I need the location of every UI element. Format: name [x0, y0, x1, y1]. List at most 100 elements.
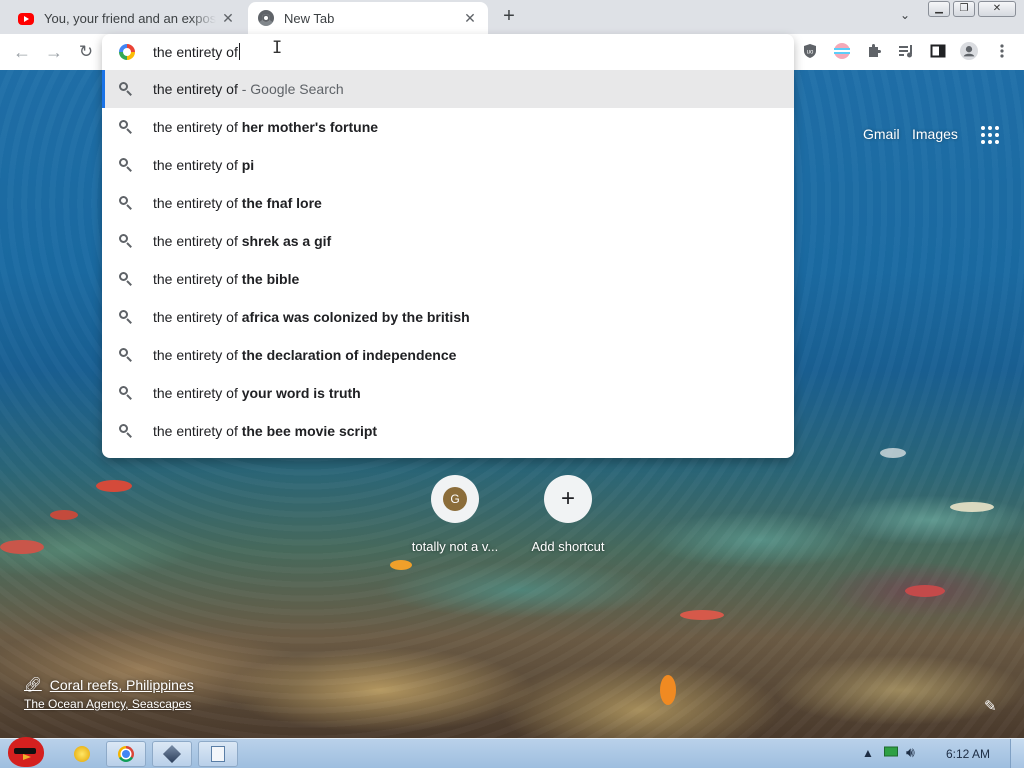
omnibox-popup: the entirety of I the entirety of - Goog…	[102, 34, 794, 458]
suggestion-text: the entirety of your word is truth	[153, 385, 361, 401]
search-icon	[119, 348, 133, 362]
side-panel-icon[interactable]	[929, 42, 947, 60]
restore-button[interactable]: ❐	[953, 1, 975, 17]
forward-icon[interactable]: →	[42, 40, 66, 64]
address-input[interactable]: the entirety of	[153, 43, 240, 60]
back-icon[interactable]: ←	[10, 40, 34, 64]
close-icon[interactable]: ✕	[220, 10, 236, 26]
suggestion-row[interactable]: the entirety of shrek as a gif	[102, 222, 794, 260]
suggestion-text: the entirety of shrek as a gif	[153, 233, 332, 249]
show-desktop-button[interactable]	[1010, 739, 1024, 768]
shortcut-icon-circle: G	[431, 475, 479, 523]
window-close-button[interactable]: ✕	[978, 1, 1016, 17]
ublock-origin-icon[interactable]: uo	[801, 42, 819, 60]
chrome-icon	[258, 10, 274, 26]
address-bar[interactable]: the entirety of I	[102, 34, 794, 70]
add-shortcut-label: Add shortcut	[531, 539, 605, 554]
search-icon	[119, 120, 133, 134]
suggestion-row[interactable]: the entirety of her mother's fortune	[102, 108, 794, 146]
angry-bird-start-icon	[8, 737, 44, 767]
taskbar-app-notepad[interactable]	[198, 741, 238, 767]
search-icon	[119, 82, 133, 96]
suggestion-row[interactable]: the entirety of your word is truth	[102, 374, 794, 412]
search-icon	[119, 424, 133, 438]
ibeam-cursor-icon: I	[272, 38, 283, 58]
extensions-puzzle-icon[interactable]	[865, 42, 883, 60]
fish-decoration	[96, 480, 132, 492]
add-shortcut-tile[interactable]: + Add shortcut	[520, 475, 616, 554]
tab-search-icon[interactable]: ⌄	[896, 8, 914, 26]
suggestion-text: the entirety of africa was colonized by …	[153, 309, 470, 325]
network-icon[interactable]	[884, 746, 898, 761]
shortcut-tile[interactable]: G totally not a v...	[407, 475, 503, 554]
add-shortcut-circle: +	[544, 475, 592, 523]
plus-icon: +	[560, 485, 575, 512]
suggestion-text: the entirety of the bee movie script	[153, 423, 378, 439]
fish-decoration	[50, 510, 78, 520]
media-control-icon[interactable]	[897, 42, 915, 60]
taskbar-app-chrome[interactable]	[106, 741, 146, 767]
system-clock[interactable]: 6:12 AM	[946, 747, 990, 761]
tab-youtube[interactable]: You, your friend and an exposed ✕	[8, 2, 246, 34]
link-icon: 🔗︎	[24, 676, 42, 692]
background-attribution: 🔗︎ Coral reefs, Philippines The Ocean Ag…	[24, 676, 194, 711]
tab-strip: You, your friend and an exposed ✕ New Ta…	[0, 0, 1024, 34]
shortcut-label: totally not a v...	[411, 539, 499, 554]
fish-decoration	[950, 502, 994, 512]
suggestion-text: the entirety of - Google Search	[153, 81, 344, 97]
shortcut-favicon: G	[443, 487, 467, 511]
taskbar-app-sun[interactable]	[62, 741, 102, 767]
tab-title: New Tab	[284, 10, 335, 26]
suggestion-text: the entirety of pi	[153, 157, 255, 173]
profile-flag-icon[interactable]	[833, 42, 851, 60]
tab-new-tab[interactable]: New Tab ✕	[248, 2, 488, 34]
attribution-title-link[interactable]: 🔗︎ Coral reefs, Philippines	[24, 676, 194, 693]
svg-text:uo: uo	[807, 50, 814, 56]
suggestion-row[interactable]: the entirety of the fnaf lore	[102, 184, 794, 222]
attribution-credit[interactable]: The Ocean Agency, Seascapes	[24, 697, 194, 711]
youtube-icon	[18, 12, 34, 25]
suggestion-row[interactable]: the entirety of the bee movie script	[102, 412, 794, 450]
text-caret	[238, 43, 240, 60]
new-tab-button[interactable]: +	[498, 6, 520, 28]
sun-app-icon	[74, 746, 90, 762]
search-icon	[119, 158, 133, 172]
search-icon	[119, 310, 133, 324]
reload-icon[interactable]: ↻	[74, 40, 98, 64]
suggestion-row[interactable]: the entirety of - Google Search	[102, 70, 794, 108]
search-icon	[119, 386, 133, 400]
suggestion-row[interactable]: the entirety of africa was colonized by …	[102, 298, 794, 336]
google-g-icon	[119, 44, 135, 60]
profile-avatar-icon[interactable]	[960, 42, 978, 60]
menu-kebab-icon[interactable]	[993, 42, 1011, 60]
tab-title: You, your friend and an exposed	[44, 10, 216, 26]
close-icon[interactable]: ✕	[462, 10, 478, 26]
minimize-button[interactable]: ▁	[928, 1, 950, 17]
google-apps-icon[interactable]	[981, 126, 999, 144]
suggestion-row[interactable]: the entirety of pi	[102, 146, 794, 184]
suggestion-text: the entirety of the bible	[153, 271, 300, 287]
customize-pencil-icon[interactable]: ✎	[984, 697, 997, 715]
virtualbox-icon	[162, 744, 182, 764]
suggestion-text: the entirety of the declaration of indep…	[153, 347, 457, 363]
notepad-icon	[211, 746, 225, 762]
fish-decoration	[880, 448, 906, 458]
taskbar-app-virtualbox[interactable]	[152, 741, 192, 767]
search-icon	[119, 272, 133, 286]
chrome-icon	[118, 746, 134, 762]
suggestion-row[interactable]: the entirety of the bible	[102, 260, 794, 298]
gmail-link[interactable]: Gmail	[863, 126, 900, 142]
fish-decoration	[0, 540, 44, 554]
fish-decoration	[905, 585, 945, 597]
attribution-title: Coral reefs, Philippines	[49, 676, 194, 693]
suggestion-row[interactable]: the entirety of the declaration of indep…	[102, 336, 794, 374]
show-hidden-icons-icon[interactable]: ▲	[862, 746, 874, 760]
volume-icon[interactable]: 🔊︎	[906, 744, 915, 761]
images-link[interactable]: Images	[912, 126, 958, 142]
start-button[interactable]	[2, 735, 50, 768]
fish-decoration	[390, 560, 412, 570]
search-icon	[119, 234, 133, 248]
search-icon	[119, 196, 133, 210]
fish-decoration	[660, 675, 676, 705]
taskbar: ▲ 🔊︎ 6:12 AM	[0, 735, 1024, 768]
